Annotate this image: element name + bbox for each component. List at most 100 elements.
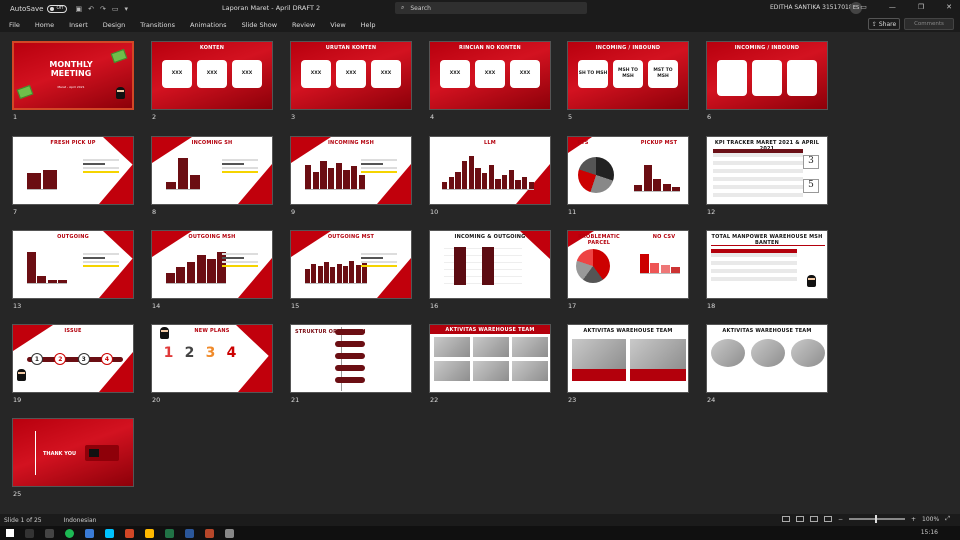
tab-transitions[interactable]: Transitions — [140, 21, 175, 29]
slide-24[interactable]: AKTIVITAS WAREHOUSE TEAM 24 — [706, 324, 828, 404]
customize-toolbar-icon[interactable]: ▾ — [124, 5, 128, 13]
slide-3[interactable]: URUTAN KONTEN XXX XXX XXX 3 — [290, 41, 412, 121]
save-icon[interactable]: ▣ — [75, 5, 82, 13]
tab-view[interactable]: View — [330, 21, 345, 29]
zoom-level[interactable]: 100% — [922, 516, 939, 523]
slide-6[interactable]: INCOMING / INBOUND 6 — [706, 41, 828, 121]
slide-15[interactable]: OUTGOING MST 15 — [290, 230, 412, 310]
slide-thumbnail[interactable]: LLM — [429, 136, 551, 205]
slide-thumbnail[interactable]: INCOMING / INBOUND — [706, 41, 828, 110]
slide-thumbnail[interactable]: AKTIVITAS WAREHOUSE TEAM — [429, 324, 551, 393]
slide-8[interactable]: INCOMING SH 8 — [151, 136, 273, 216]
tab-design[interactable]: Design — [103, 21, 125, 29]
slide-thumbnail[interactable]: FRESH PICK UP — [12, 136, 134, 205]
slide-11[interactable]: RTS PICKUP MST 11 — [567, 136, 689, 216]
slide-23[interactable]: AKTIVITAS WAREHOUSE TEAM 23 — [567, 324, 689, 404]
slide-thumbnail[interactable]: RINCIAN NO KONTEN XXX XXX XXX — [429, 41, 551, 110]
photoshop-icon[interactable] — [105, 528, 114, 538]
restore-icon[interactable]: ❐ — [918, 3, 924, 11]
minimize-icon[interactable]: — — [889, 3, 896, 11]
slide-19[interactable]: ISSUE 1 2 3 4 19 — [12, 324, 134, 404]
slide-21[interactable]: STRUKTUR ORGANISASI 21 — [290, 324, 412, 404]
undo-icon[interactable]: ↶ — [88, 5, 94, 13]
redo-icon[interactable]: ↷ — [100, 5, 106, 13]
reading-view-icon[interactable] — [809, 516, 818, 522]
search-icon[interactable] — [25, 528, 34, 538]
slide-14[interactable]: OUTGOING MSH 14 — [151, 230, 273, 310]
slide-7[interactable]: FRESH PICK UP 7 — [12, 136, 134, 216]
slide-17[interactable]: PROBLEMATIC PARCEL NO CSV 17 — [567, 230, 689, 310]
tab-review[interactable]: Review — [292, 21, 315, 29]
slide-5[interactable]: INCOMING / INBOUND SH TO MSH MSH TO MSH … — [567, 41, 689, 121]
slide-thumbnail[interactable]: NEW PLANS 1 2 3 4 — [151, 324, 273, 393]
slide-thumbnail[interactable]: AKTIVITAS WAREHOUSE TEAM — [567, 324, 689, 393]
search-box[interactable]: ⌕ Search — [395, 2, 587, 14]
slide-thumbnail[interactable]: KPI TRACKER MARET 2021 & APRIL 2021 3 5 — [706, 136, 828, 205]
autosave-toggle[interactable]: Off — [47, 4, 68, 13]
slide-thumbnail[interactable]: STRUKTUR ORGANISASI — [290, 324, 412, 393]
slide-25[interactable]: THANK YOU 25 — [12, 418, 134, 498]
slide-thumbnail[interactable]: TOTAL MANPOWER WAREHOUSE MSH BANTEN — [706, 230, 828, 299]
slide-thumbnail[interactable]: INCOMING / INBOUND SH TO MSH MSH TO MSH … — [567, 41, 689, 110]
slide-22[interactable]: AKTIVITAS WAREHOUSE TEAM 22 — [429, 324, 551, 404]
slide-thumbnail[interactable]: RTS PICKUP MST — [567, 136, 689, 205]
text-line — [361, 253, 397, 255]
windows-start-icon[interactable] — [6, 529, 14, 537]
slide-thumbnail[interactable]: PROBLEMATIC PARCEL NO CSV — [567, 230, 689, 299]
excel-icon[interactable] — [165, 528, 174, 538]
slide-4[interactable]: RINCIAN NO KONTEN XXX XXX XXX 4 — [429, 41, 551, 121]
slide-thumbnail[interactable]: URUTAN KONTEN XXX XXX XXX — [290, 41, 412, 110]
fit-to-window-icon[interactable]: ⤢ — [945, 515, 950, 523]
tab-animations[interactable]: Animations — [190, 21, 227, 29]
slide-thumbnail[interactable]: OUTGOING MSH — [151, 230, 273, 299]
pdf-reader-icon[interactable] — [205, 528, 214, 538]
slide-12[interactable]: KPI TRACKER MARET 2021 & APRIL 2021 3 5 … — [706, 136, 828, 216]
language-indicator[interactable]: Indonesian — [64, 517, 97, 524]
slide-10[interactable]: LLM 10 — [429, 136, 551, 216]
zoom-slider[interactable] — [849, 515, 905, 523]
app-icon[interactable] — [85, 528, 94, 538]
slide-thumbnail[interactable]: THANK YOU — [12, 418, 134, 487]
spotify-icon[interactable] — [65, 528, 74, 538]
ribbon-display-icon[interactable]: ▭ — [860, 3, 867, 11]
powerpoint-icon[interactable] — [125, 528, 134, 538]
present-icon[interactable]: ▭ — [112, 5, 119, 13]
tab-home[interactable]: Home — [35, 21, 54, 29]
manpower-table — [711, 253, 797, 281]
slide-thumbnail[interactable]: KONTEN XXX XXX XXX — [151, 41, 273, 110]
zoom-out-icon[interactable]: − — [838, 516, 843, 523]
slide-9[interactable]: INCOMING MSH 9 — [290, 136, 412, 216]
normal-view-icon[interactable] — [781, 516, 790, 522]
slide-thumbnail[interactable]: ISSUE 1 2 3 4 — [12, 324, 134, 393]
slide-sorter-view-icon[interactable] — [795, 516, 804, 522]
slide-thumbnail[interactable]: MONTHLY MEETING Maret - April 2021 — [12, 41, 134, 110]
tab-file[interactable]: File — [9, 21, 20, 29]
slide-16[interactable]: INCOMING & OUTGOING 16 — [429, 230, 551, 310]
file-explorer-icon[interactable] — [145, 528, 154, 538]
slideshow-view-icon[interactable] — [823, 516, 832, 522]
tab-insert[interactable]: Insert — [69, 21, 88, 29]
user-name[interactable]: EDITHA SANTIKA 315170184 — [770, 4, 857, 11]
slide-thumbnail[interactable]: INCOMING SH — [151, 136, 273, 205]
slide-18[interactable]: TOTAL MANPOWER WAREHOUSE MSH BANTEN 18 — [706, 230, 828, 310]
tab-slide-show[interactable]: Slide Show — [242, 21, 277, 29]
comments-button[interactable]: Comments — [904, 18, 954, 30]
slide-thumbnail[interactable]: AKTIVITAS WAREHOUSE TEAM — [706, 324, 828, 393]
slide-thumbnail[interactable]: INCOMING MSH — [290, 136, 412, 205]
task-view-icon[interactable] — [45, 528, 54, 538]
slide-thumbnail[interactable]: INCOMING & OUTGOING — [429, 230, 551, 299]
tab-help[interactable]: Help — [361, 21, 376, 29]
slide-13[interactable]: OUTGOING 13 — [12, 230, 134, 310]
app-icon[interactable] — [225, 528, 234, 538]
share-button[interactable]: ⇪ Share — [868, 18, 900, 30]
word-icon[interactable] — [185, 528, 194, 538]
zoom-in-icon[interactable]: + — [911, 516, 916, 523]
slide-thumbnail[interactable]: OUTGOING MST — [290, 230, 412, 299]
slide-20[interactable]: NEW PLANS 1 2 3 4 20 — [151, 324, 273, 404]
taskbar-clock[interactable]: 15:16 — [921, 529, 938, 536]
slide-thumbnail[interactable]: OUTGOING — [12, 230, 134, 299]
close-icon[interactable]: ✕ — [946, 3, 952, 11]
slide-2[interactable]: KONTEN XXX XXX XXX 2 — [151, 41, 273, 121]
chart-bar — [312, 171, 319, 189]
slide-1[interactable]: MONTHLY MEETING Maret - April 2021 1 — [12, 41, 134, 121]
